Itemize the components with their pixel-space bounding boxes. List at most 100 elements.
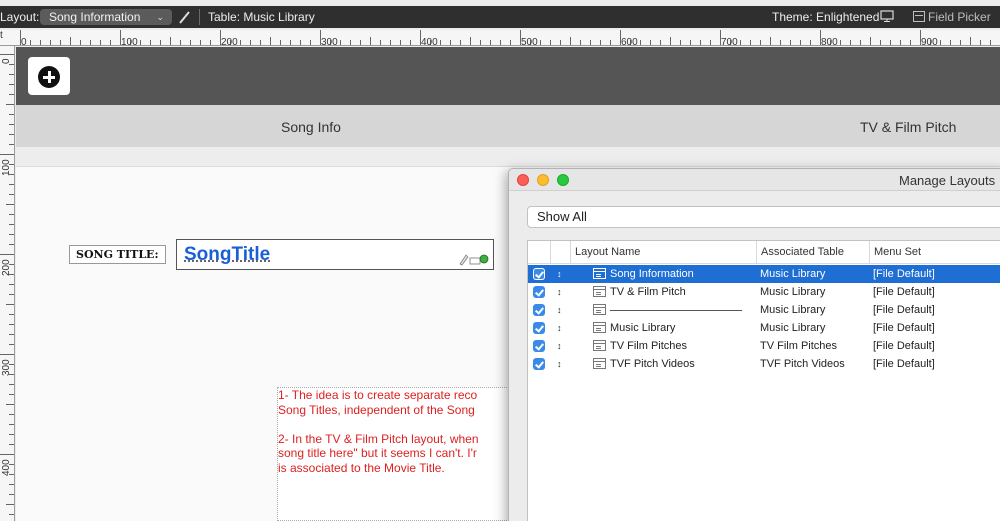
ruler-tick	[640, 40, 641, 45]
toolbar-divider	[199, 9, 200, 25]
field-badge-icons	[459, 254, 489, 266]
show-in-menu-checkbox[interactable]	[533, 322, 545, 334]
zoom-window-button[interactable]	[557, 174, 569, 186]
layout-list[interactable]: Layout Name Associated Table Menu Set ↕ S…	[527, 240, 1000, 521]
layout-row[interactable]: ↕ TVF Pitch Videos TVF Pitch Videos [File D…	[528, 355, 1000, 373]
dialog-titlebar: Manage Layouts	[509, 169, 1000, 191]
column-menu-set[interactable]: Menu Set	[869, 241, 1000, 264]
ruler-tick	[990, 40, 991, 45]
menu-set: [File Default]	[873, 304, 935, 316]
ruler-tick	[180, 40, 181, 45]
add-record-button[interactable]	[28, 57, 70, 95]
ruler-tick	[9, 214, 14, 215]
ruler-tick	[700, 40, 701, 45]
field-picker-button[interactable]: Field Picker	[928, 10, 991, 24]
song-title-field[interactable]: SongTitle	[176, 239, 494, 270]
layout-row[interactable]: ↕ Song Information Music Library [File Defa…	[528, 265, 1000, 283]
ruler-tick	[970, 37, 971, 45]
ruler-tick	[660, 40, 661, 45]
note-line: Song Titles, independent of the Song	[278, 402, 475, 417]
ruler-tick	[9, 194, 14, 195]
drag-handle-icon[interactable]: ↕	[557, 302, 562, 318]
chevron-down-icon: ⌄	[156, 12, 164, 22]
ruler-tick	[6, 504, 14, 505]
ruler-tick	[190, 40, 191, 45]
ruler-tick	[550, 40, 551, 45]
show-in-menu-checkbox[interactable]	[533, 304, 545, 316]
note-line: 2- In the TV & Film Pitch layout, when	[278, 431, 479, 446]
ruler-tick	[840, 40, 841, 45]
layout-row[interactable]: ↕ Music Library [File Default]	[528, 301, 1000, 319]
show-in-menu-checkbox[interactable]	[533, 358, 545, 370]
ruler-tick	[9, 184, 14, 185]
ruler-tick	[670, 37, 671, 45]
layout-name: TV Film Pitches	[610, 340, 688, 352]
nav-tab-song-info[interactable]: Song Info	[281, 119, 341, 135]
minimize-window-button[interactable]	[537, 174, 549, 186]
ruler-tick	[560, 40, 561, 45]
ruler-unit: t	[0, 30, 3, 41]
ruler-tick	[80, 40, 81, 45]
ruler-tick	[710, 40, 711, 45]
ruler-tick	[740, 40, 741, 45]
ruler-tick	[6, 104, 14, 105]
ruler-tick	[9, 344, 14, 345]
ruler-tick	[500, 40, 501, 45]
ruler-number: 100	[121, 37, 138, 46]
note-line: 1- The idea is to create separate reco	[278, 388, 478, 402]
theme-icon[interactable]	[880, 10, 894, 22]
ruler-number: 0	[21, 37, 27, 46]
ruler-tick	[0, 354, 14, 355]
show-filter-popup[interactable]: Show All	[527, 206, 1000, 228]
close-window-button[interactable]	[517, 174, 529, 186]
ruler-tick	[440, 40, 441, 45]
show-in-menu-checkbox[interactable]	[533, 340, 545, 352]
layout-row[interactable]: ↕ Music Library Music Library [File Default…	[528, 319, 1000, 337]
separator-line	[610, 310, 742, 311]
layout-icon	[593, 358, 606, 369]
layout-row[interactable]: ↕ TV & Film Pitch Music Library [File Defau…	[528, 283, 1000, 301]
ruler-number: 400	[1, 459, 12, 476]
layout-row[interactable]: ↕ TV Film Pitches TV Film Pitches [File Def…	[528, 337, 1000, 355]
drag-handle-icon[interactable]: ↕	[557, 320, 562, 336]
show-in-menu-checkbox[interactable]	[533, 286, 545, 298]
show-in-menu-checkbox[interactable]	[533, 268, 545, 280]
ruler-tick	[9, 384, 14, 385]
ruler-tick	[90, 40, 91, 45]
ruler-number: 300	[321, 37, 338, 46]
ruler-tick	[390, 40, 391, 45]
nav-tab-tv-film-pitch[interactable]: TV & Film Pitch	[860, 119, 956, 135]
drag-handle-icon[interactable]: ↕	[557, 266, 562, 282]
ruler-number: 900	[921, 37, 938, 46]
drag-handle-icon[interactable]: ↕	[557, 284, 562, 300]
column-layout-name[interactable]: Layout Name	[570, 241, 756, 264]
associated-table: Music Library	[760, 322, 826, 334]
ruler-tick	[900, 40, 901, 45]
column-checkbox	[528, 241, 550, 264]
drag-handle-icon[interactable]: ↕	[557, 356, 562, 372]
ruler-tick	[9, 64, 14, 65]
ruler-tick	[960, 40, 961, 45]
nav-band: Song Info TV & Film Pitch	[16, 105, 1000, 147]
field-picker-icon[interactable]	[913, 11, 925, 22]
ruler-tick	[360, 40, 361, 45]
menu-set: [File Default]	[873, 322, 935, 334]
ruler-tick	[470, 37, 471, 45]
layout-dropdown[interactable]: Song Information ⌄	[40, 9, 172, 25]
ruler-tick	[510, 40, 511, 45]
column-associated-table[interactable]: Associated Table	[756, 241, 869, 264]
layout-name: TV & Film Pitch	[610, 286, 686, 298]
ruler-number: 600	[621, 37, 638, 46]
ruler-tick	[9, 234, 14, 235]
drag-handle-icon[interactable]: ↕	[557, 338, 562, 354]
ruler-tick	[9, 444, 14, 445]
ruler-tick	[600, 40, 601, 45]
ruler-tick	[680, 40, 681, 45]
pencil-icon[interactable]	[177, 9, 191, 25]
note-text-box[interactable]: 1- The idea is to create separate reco So…	[277, 387, 517, 521]
ruler-tick	[170, 37, 171, 45]
ruler-tick	[9, 484, 14, 485]
ruler-tick	[9, 94, 14, 95]
ruler-tick	[610, 40, 611, 45]
ruler-tick	[570, 37, 571, 45]
